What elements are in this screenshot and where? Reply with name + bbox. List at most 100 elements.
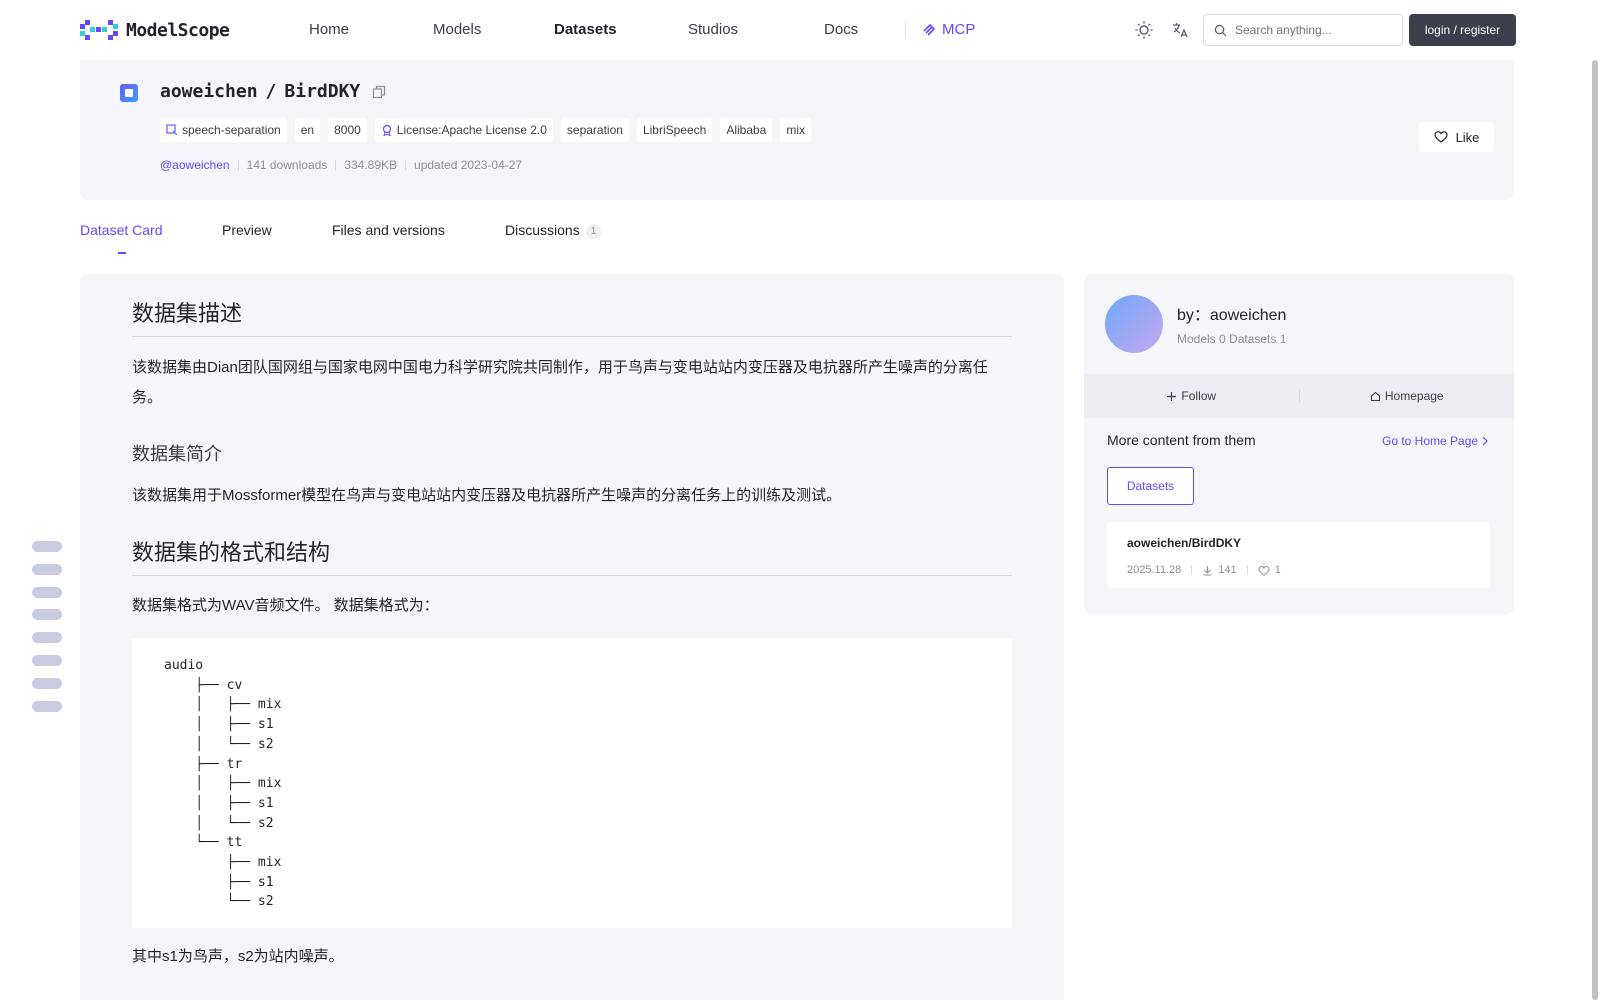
card-title[interactable]: aoweichen/BirdDKY	[1127, 536, 1241, 550]
homepage-button[interactable]: Homepage	[1300, 389, 1515, 403]
language-switch-icon[interactable]	[1170, 20, 1190, 40]
card-likes: 1	[1274, 564, 1281, 576]
go-to-homepage-label: Go to Home Page	[1382, 434, 1479, 448]
tag-sample-rate[interactable]: 8000	[328, 118, 367, 142]
logo-text: ModelScope	[126, 19, 230, 41]
tag-license-label: License:Apache License 2.0	[396, 123, 547, 137]
login-register-button[interactable]: login / register	[1409, 14, 1516, 46]
home-icon	[1370, 391, 1380, 401]
search-icon	[1214, 24, 1227, 36]
heading-rule	[132, 336, 1012, 337]
tag-task[interactable]: speech-separation	[160, 118, 287, 142]
active-tab-indicator	[118, 252, 126, 254]
tab-discussions[interactable]: Discussions 1	[505, 222, 602, 239]
tag-alibaba[interactable]: Alibaba	[720, 118, 773, 142]
datasets-tab-button[interactable]: Datasets	[1107, 467, 1194, 505]
theme-sun-icon[interactable]	[1134, 20, 1154, 40]
card-meta: 2025.11.28 141 1	[1127, 564, 1281, 576]
modelscope-logo[interactable]: ModelScope	[80, 18, 230, 42]
heading-format: 数据集的格式和结构	[132, 541, 331, 566]
author-avatar[interactable]	[1105, 295, 1163, 353]
like-button[interactable]: Like	[1419, 122, 1494, 152]
code-block: audio ├── cv │ ├── mix │ ├── s1 │ └── s2…	[132, 638, 1012, 928]
follow-button[interactable]: Follow	[1084, 389, 1299, 403]
tag-task-label: speech-separation	[182, 123, 281, 137]
plus-icon	[1167, 391, 1177, 401]
heading-description: 数据集描述	[132, 302, 243, 327]
dataset-tags: speech-separation en 8000 License:Apache…	[160, 118, 812, 142]
tag-language[interactable]: en	[294, 118, 321, 142]
tag-librispeech[interactable]: LibriSpeech	[636, 118, 713, 142]
toc-marker[interactable]	[32, 609, 62, 621]
task-icon	[166, 124, 178, 136]
tab-dataset-card[interactable]: Dataset Card	[80, 222, 162, 238]
toc-marker[interactable]	[32, 541, 62, 552]
tag-separation[interactable]: separation	[560, 118, 629, 142]
scrollbar-thumb[interactable]	[1592, 60, 1598, 1000]
license-icon	[382, 124, 391, 136]
toc-marker[interactable]	[32, 654, 62, 666]
mcp-label: MCP	[942, 21, 976, 38]
nav-studios[interactable]: Studios	[688, 21, 738, 38]
meta-divider	[405, 159, 407, 171]
dataset-title: aoweichen / BirdDKY	[160, 81, 386, 102]
card-date: 2025.11.28	[1127, 564, 1182, 576]
dataset-updated: updated 2023-04-27	[414, 158, 523, 172]
search-box[interactable]	[1203, 14, 1403, 46]
tab-preview[interactable]: Preview	[222, 222, 272, 238]
meta-divider	[335, 159, 337, 171]
like-label: Like	[1455, 129, 1480, 145]
go-to-homepage-link[interactable]: Go to Home Page	[1382, 434, 1489, 448]
dataset-owner[interactable]: aoweichen	[160, 81, 258, 102]
nav-mcp[interactable]: MCP	[921, 21, 975, 38]
nav-docs[interactable]: Docs	[824, 21, 858, 38]
card-meta-divider	[1246, 565, 1248, 575]
tag-license[interactable]: License:Apache License 2.0	[374, 118, 553, 142]
dataset-type-icon	[120, 84, 138, 102]
discussions-count-badge: 1	[585, 223, 602, 239]
toc-marker[interactable]	[32, 586, 62, 598]
heart-icon	[1258, 565, 1270, 576]
dataset-title-separator: /	[265, 81, 277, 102]
follow-label: Follow	[1181, 389, 1217, 403]
toc-outline	[32, 541, 62, 723]
toc-marker[interactable]	[32, 632, 62, 644]
nav-datasets[interactable]: Datasets	[554, 21, 617, 38]
dataset-banner: aoweichen / BirdDKY speech-separation en…	[80, 60, 1514, 200]
tab-files-and-versions[interactable]: Files and versions	[332, 222, 445, 238]
nav-models[interactable]: Models	[433, 21, 481, 38]
modelscope-logo-icon	[80, 20, 118, 40]
toc-marker[interactable]	[32, 677, 62, 689]
dataset-author-link[interactable]: @aoweichen	[160, 158, 230, 172]
dataset-card-content: 数据集描述 该数据集由Dian团队国网组与国家电网中国电力科学研究院共同制作，用…	[80, 274, 1064, 1000]
heart-icon	[1433, 131, 1448, 143]
nav-home[interactable]: Home	[309, 21, 349, 38]
heading-rule	[132, 575, 1012, 576]
card-downloads: 141	[1218, 564, 1237, 576]
top-header: ModelScope Home Models Datasets Studios …	[0, 0, 1600, 60]
dataset-card-item[interactable]: aoweichen/BirdDKY 2025.11.28 141 1	[1107, 522, 1490, 588]
page-scrollbar[interactable]	[1592, 60, 1598, 1000]
tab-discussions-label: Discussions	[505, 222, 580, 238]
card-meta-divider	[1191, 565, 1193, 575]
paragraph-intro: 该数据集用于Mossformer模型在鸟声与变电站站内变压器及电抗器所产生噪声的…	[132, 487, 842, 504]
dataset-size: 334.89KB	[344, 158, 398, 172]
dataset-meta: @aoweichen 141 downloads 334.89KB update…	[160, 158, 522, 172]
toc-marker[interactable]	[32, 563, 62, 575]
author-name[interactable]: by：aoweichen	[1177, 301, 1286, 325]
toc-marker[interactable]	[32, 700, 62, 712]
chevron-right-icon	[1482, 436, 1489, 446]
author-sidebar: by：aoweichen Models 0 Datasets 1 Follow …	[1084, 274, 1514, 614]
dataset-name: BirdDKY	[284, 81, 361, 102]
search-input[interactable]	[1235, 23, 1385, 37]
tag-mix[interactable]: mix	[780, 118, 812, 142]
paragraph-note: 其中s1为鸟声，s2为站内噪声。	[132, 948, 344, 965]
directory-tree: audio ├── cv │ ├── mix │ ├── s1 │ └── s2…	[164, 658, 282, 910]
dataset-downloads: 141 downloads	[246, 158, 328, 172]
copy-icon[interactable]	[372, 85, 386, 99]
homepage-label: Homepage	[1384, 389, 1444, 403]
heading-intro: 数据集简介	[132, 444, 222, 465]
nav-divider	[905, 22, 906, 38]
mcp-icon	[923, 23, 936, 36]
author-counts: Models 0 Datasets 1	[1177, 332, 1287, 346]
